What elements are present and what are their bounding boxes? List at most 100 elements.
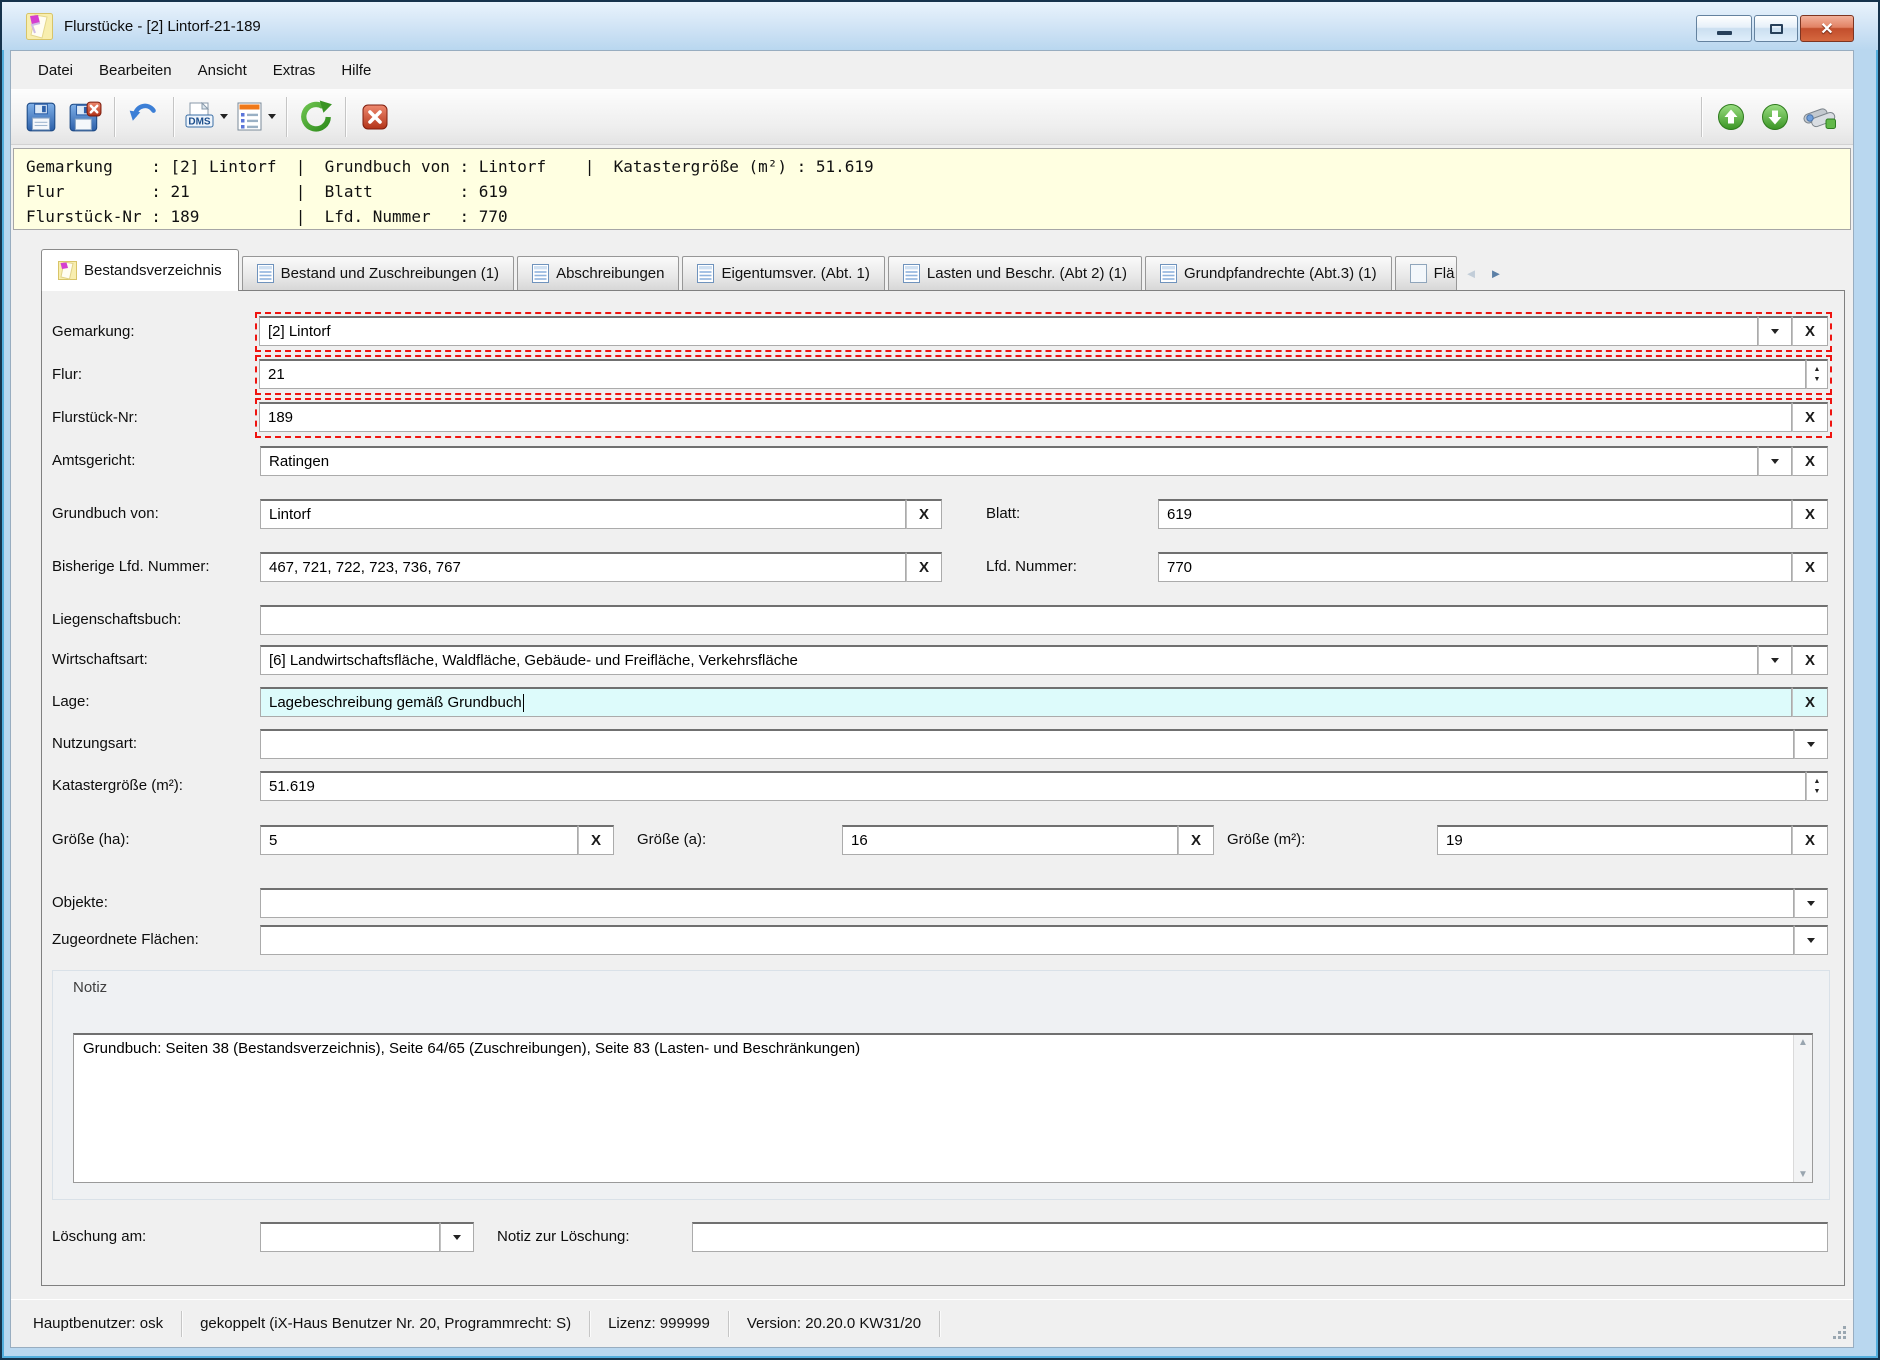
- groesse-m2-input[interactable]: 19: [1437, 825, 1792, 855]
- nutzungsart-input[interactable]: [260, 729, 1794, 759]
- menu-datei[interactable]: Datei: [25, 57, 86, 84]
- liegenschaftsbuch-input[interactable]: [260, 605, 1828, 635]
- navigate-previous-button[interactable]: [1709, 95, 1753, 139]
- groesse-ha-value: 5: [269, 832, 277, 849]
- wirtschaftsart-dropdown-button[interactable]: [1758, 645, 1792, 675]
- refresh-button[interactable]: [294, 95, 338, 139]
- clear-x-icon: X: [1805, 409, 1815, 426]
- lfd-nummer-input[interactable]: 770: [1158, 552, 1792, 582]
- form-row-zugeordnete-flaechen: Zugeordnete Flächen:: [42, 925, 1844, 955]
- blatt-clear-button[interactable]: X: [1792, 499, 1828, 529]
- spinner-up-icon[interactable]: ▲: [1814, 778, 1821, 785]
- tab-scroll-left-icon[interactable]: ◄: [1465, 266, 1478, 281]
- navigate-next-button[interactable]: [1753, 95, 1797, 139]
- lage-label: Lage:: [52, 693, 90, 710]
- flurstueck-nr-clear-button[interactable]: X: [1792, 402, 1828, 432]
- flur-spinner[interactable]: ▲▼: [1806, 359, 1828, 389]
- notiz-scrollbar[interactable]: ▲ ▼: [1793, 1035, 1812, 1182]
- tab-bestand-und-zuschreibungen[interactable]: Bestand und Zuschreibungen (1): [242, 256, 514, 291]
- list-options-button[interactable]: [231, 95, 279, 139]
- grundbuch-von-input[interactable]: Lintorf: [260, 499, 906, 529]
- form-row-wirtschaftsart: Wirtschaftsart: [6] Landwirtschaftsfläch…: [42, 645, 1844, 675]
- blatt-input[interactable]: 619: [1158, 499, 1792, 529]
- groesse-a-input[interactable]: 16: [842, 825, 1178, 855]
- lage-clear-button[interactable]: X: [1792, 687, 1828, 717]
- record-summary-panel: Gemarkung : [2] Lintorf | Grundbuch von …: [13, 148, 1851, 230]
- spinner-down-icon[interactable]: ▼: [1814, 376, 1821, 383]
- gemarkung-dropdown-button[interactable]: [1758, 316, 1792, 346]
- amtsgericht-input[interactable]: Ratingen: [260, 446, 1758, 476]
- nutzungsart-dropdown-button[interactable]: [1794, 729, 1828, 759]
- notiz-text[interactable]: Grundbuch: Seiten 38 (Bestandsverzeichni…: [74, 1035, 1793, 1182]
- notiz-groupbox: Notiz Grundbuch: Seiten 38 (Bestandsverz…: [52, 970, 1830, 1200]
- wirtschaftsart-clear-button[interactable]: X: [1792, 645, 1828, 675]
- gemarkung-input[interactable]: [2] Lintorf: [259, 316, 1758, 346]
- spinner-down-icon[interactable]: ▼: [1814, 788, 1821, 795]
- tab-grundpfandrechte-abt3[interactable]: Grundpfandrechte (Abt.3) (1): [1145, 256, 1392, 291]
- dms-button[interactable]: DMS: [181, 95, 231, 139]
- groesse-ha-input[interactable]: 5: [260, 825, 578, 855]
- undo-button[interactable]: [122, 95, 166, 139]
- zugeordnete-flaechen-input[interactable]: [260, 925, 1794, 955]
- save-button[interactable]: [19, 95, 63, 139]
- minimize-button[interactable]: [1696, 15, 1752, 42]
- toolbar: DMS: [11, 89, 1853, 145]
- bisherige-lfd-nummer-clear-button[interactable]: X: [906, 552, 942, 582]
- bisherige-lfd-nummer-input[interactable]: 467, 721, 722, 723, 736, 767: [260, 552, 906, 582]
- tab-scroll-right-icon[interactable]: ►: [1489, 266, 1502, 281]
- amtsgericht-clear-button[interactable]: X: [1792, 446, 1828, 476]
- groesse-ha-clear-button[interactable]: X: [578, 825, 614, 855]
- zugeordnete-flaechen-group: [260, 925, 1828, 955]
- groesse-m2-clear-button[interactable]: X: [1792, 825, 1828, 855]
- loeschung-am-dropdown-button[interactable]: [440, 1222, 474, 1252]
- flurstueck-nr-input[interactable]: 189: [259, 402, 1792, 432]
- scroll-up-icon[interactable]: ▲: [1798, 1037, 1808, 1048]
- menu-extras[interactable]: Extras: [260, 57, 329, 84]
- grundbuch-von-clear-button[interactable]: X: [906, 499, 942, 529]
- title-bar[interactable]: Flurstücke - [2] Lintorf-21-189 ✕: [2, 2, 1878, 50]
- resize-grip[interactable]: [1832, 1325, 1848, 1341]
- notiz-textarea[interactable]: Grundbuch: Seiten 38 (Bestandsverzeichni…: [73, 1033, 1813, 1183]
- tab-bestandsverzeichnis[interactable]: Bestandsverzeichnis: [41, 249, 239, 291]
- objekte-dropdown-button[interactable]: [1794, 888, 1828, 918]
- link-search-button[interactable]: [1797, 95, 1841, 139]
- tab-flaechen-clipped[interactable]: Flä: [1395, 256, 1457, 291]
- objekte-input[interactable]: [260, 888, 1794, 918]
- close-window-button[interactable]: ✕: [1800, 15, 1854, 42]
- clear-x-icon: X: [1805, 323, 1815, 340]
- refresh-icon: [299, 100, 333, 134]
- amtsgericht-dropdown-button[interactable]: [1758, 446, 1792, 476]
- dms-dropdown-caret-icon[interactable]: [220, 114, 228, 119]
- save-and-close-button[interactable]: [63, 95, 107, 139]
- list-dropdown-caret-icon[interactable]: [268, 114, 276, 119]
- katastergroesse-input[interactable]: 51.619: [260, 771, 1806, 801]
- katastergroesse-spinner[interactable]: ▲▼: [1806, 771, 1828, 801]
- lage-input[interactable]: Lagebeschreibung gemäß Grundbuch: [260, 687, 1792, 717]
- menu-hilfe[interactable]: Hilfe: [328, 57, 384, 84]
- flur-value: 21: [268, 366, 285, 383]
- clear-x-icon: X: [1805, 453, 1815, 470]
- lfd-nummer-clear-button[interactable]: X: [1792, 552, 1828, 582]
- liegenschaftsbuch-group: [260, 605, 1828, 635]
- groesse-a-clear-button[interactable]: X: [1178, 825, 1214, 855]
- tab-abschreibungen[interactable]: Abschreibungen: [517, 256, 679, 291]
- loeschung-am-input[interactable]: [260, 1222, 440, 1252]
- maximize-button[interactable]: [1754, 15, 1798, 42]
- flur-input[interactable]: 21: [259, 359, 1806, 389]
- gemarkung-clear-button[interactable]: X: [1792, 316, 1828, 346]
- zugeordnete-flaechen-dropdown-button[interactable]: [1794, 925, 1828, 955]
- menu-ansicht[interactable]: Ansicht: [185, 57, 260, 84]
- groesse-a-value: 16: [851, 832, 868, 849]
- chevron-down-icon: [1807, 742, 1815, 747]
- wirtschaftsart-input[interactable]: [6] Landwirtschaftsfläche, Waldfläche, G…: [260, 645, 1758, 675]
- form-row-katastergroesse: Katastergröße (m²): 51.619 ▲▼: [42, 771, 1844, 801]
- tab-lasten-und-beschr-abt2[interactable]: Lasten und Beschr. (Abt 2) (1): [888, 256, 1142, 291]
- close-record-button[interactable]: [353, 95, 397, 139]
- scroll-down-icon[interactable]: ▼: [1798, 1169, 1808, 1180]
- tab-eigentumsver-abt1[interactable]: Eigentumsver. (Abt. 1): [682, 256, 884, 291]
- menu-bearbeiten[interactable]: Bearbeiten: [86, 57, 185, 84]
- groesse-m2-value: 19: [1446, 832, 1463, 849]
- notiz-zur-loeschung-input[interactable]: [692, 1222, 1828, 1252]
- gemarkung-value: [2] Lintorf: [268, 323, 331, 340]
- spinner-up-icon[interactable]: ▲: [1814, 366, 1821, 373]
